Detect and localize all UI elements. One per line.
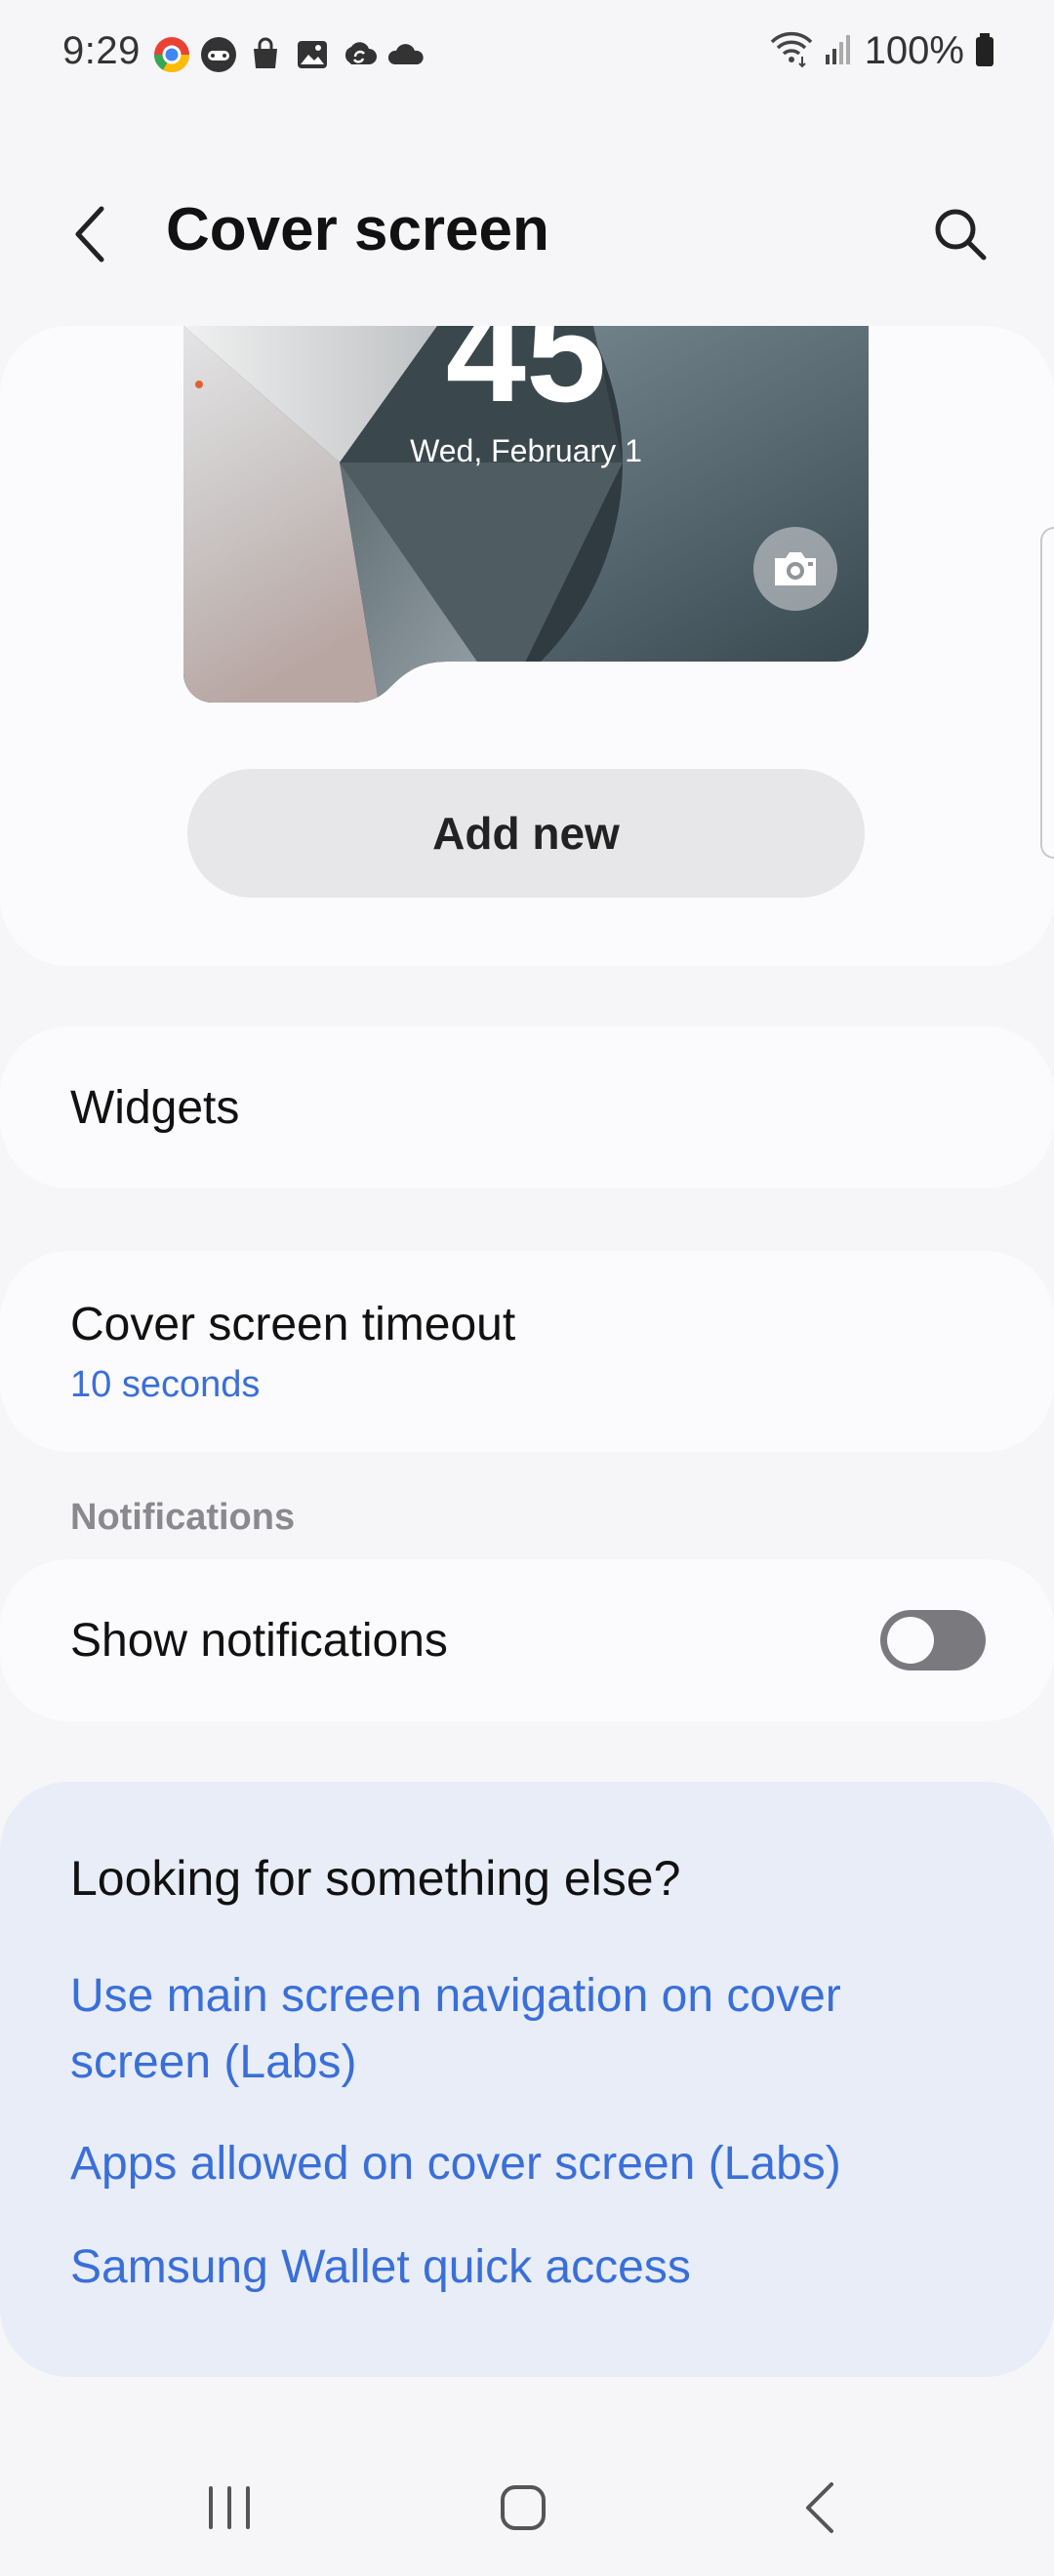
nav-back-button[interactable] [790,2475,849,2541]
cover-clock-date: Wed, February 1 [410,433,642,468]
show-notifications-toggle[interactable] [880,1610,986,1670]
cover-clock-minutes: 45 [445,326,607,432]
timeout-value: 10 seconds [70,1364,261,1405]
wifi-icon [769,29,814,73]
notification-icons [152,35,426,74]
battery-percent: 100% [864,29,964,72]
cover-screen-timeout-row[interactable] [0,1251,1054,1452]
search-icon [935,209,987,261]
camera-icon [775,552,816,585]
timeout-label: Cover screen timeout [70,1299,516,1350]
suggest-title: Looking for something else? [70,1851,681,1906]
scroll-handle[interactable] [1040,527,1054,859]
shopping-bag-icon [246,35,285,74]
game-icon [199,35,238,74]
sync-icon [340,35,379,74]
chrome-icon [152,35,191,74]
apps-allowed-link[interactable]: Apps allowed on cover screen (Labs) [70,2131,949,2197]
status-right: 100% [769,29,995,73]
widgets-label: Widgets [70,1082,240,1134]
show-notifications-label: Show notifications [70,1615,448,1667]
status-time: 9:29 [62,29,141,72]
cover-screen-preview[interactable]: 45 Wed, February 1 [183,326,869,703]
page-title: Cover screen [166,196,549,263]
cloud-icon [386,35,426,74]
notifications-section-header: Notifications [70,1497,296,1538]
camera-button[interactable] [753,527,837,611]
signal-icon [824,29,855,73]
back-button[interactable] [61,195,119,273]
add-new-button[interactable]: Add new [187,769,865,898]
home-icon [501,2485,546,2530]
toggle-knob [887,1617,934,1664]
search-button[interactable] [921,195,999,273]
chevron-left-icon [75,206,104,262]
recent-apps-icon [209,2486,250,2529]
recent-apps-button[interactable] [195,2478,264,2537]
battery-icon [974,29,995,73]
samsung-wallet-link[interactable]: Samsung Wallet quick access [70,2234,949,2301]
gallery-icon [293,35,332,74]
back-icon [806,2482,833,2533]
home-button[interactable] [492,2476,554,2539]
main-screen-navigation-link[interactable]: Use main screen navigation on cover scre… [70,1963,949,2096]
